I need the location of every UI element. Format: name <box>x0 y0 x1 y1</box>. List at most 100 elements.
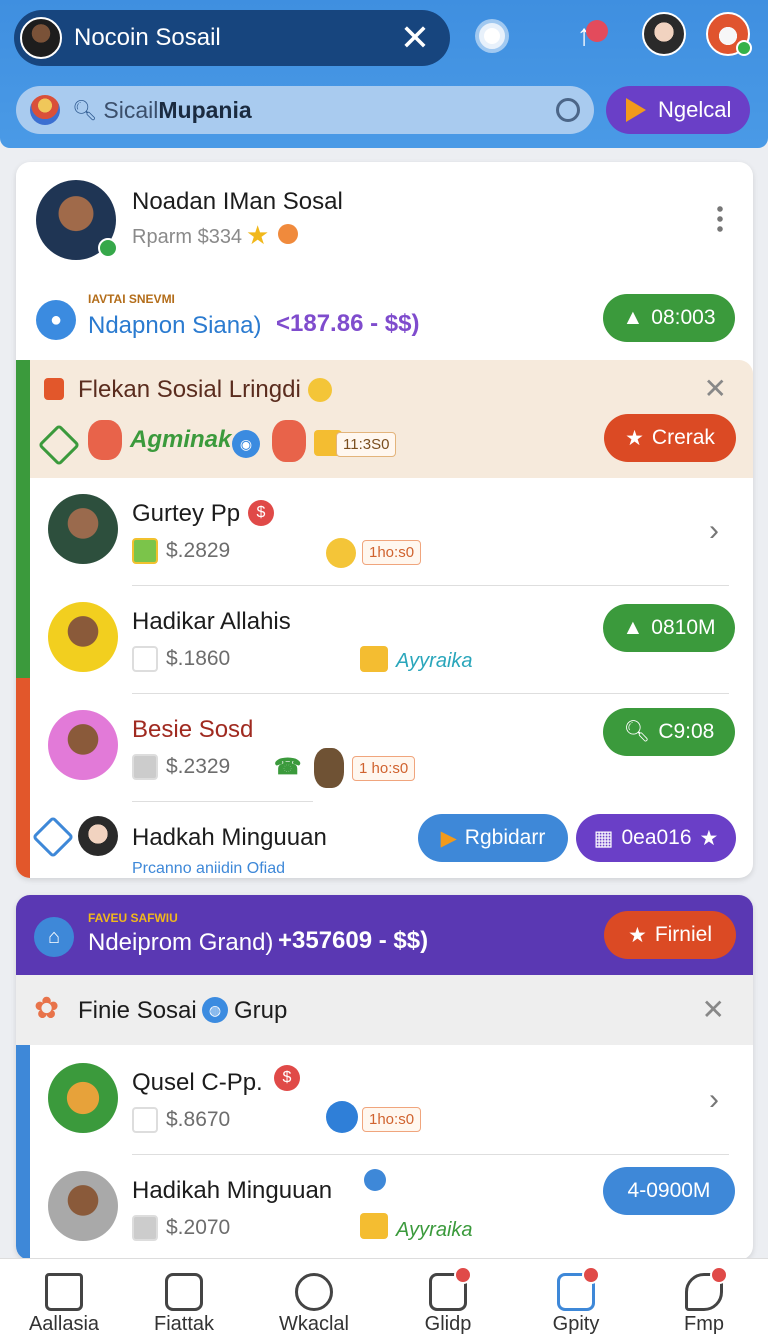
close-icon[interactable]: ✕ <box>400 20 430 56</box>
stat-amount: <187.86 - $$) <box>276 310 420 337</box>
row-pill[interactable]: 🔍︎ C9:08 <box>603 708 735 756</box>
row-name: Besie Sosd <box>132 716 254 743</box>
stat-pill[interactable]: ▲ 08:003 <box>603 294 735 342</box>
nav-item-leaf[interactable]: Fmp <box>640 1259 768 1344</box>
row-script: Ayyraika <box>396 650 473 672</box>
side-accent <box>16 678 30 878</box>
avatar <box>48 602 118 672</box>
side-accent <box>16 360 30 678</box>
diamond-icon <box>31 815 75 859</box>
medal-icon <box>326 538 356 568</box>
feed-card: Noadan IMan Sosal Rparm $334 ★ ● IAVTAI … <box>16 162 753 878</box>
create-button[interactable]: ★ Crerak <box>604 414 736 462</box>
diamond-icon <box>37 423 81 467</box>
featured-banner: ⌂ FAVEU SAFWIU Ndeiprom Grand) +357609 -… <box>16 895 753 975</box>
play-button-label: Ngelcal <box>658 97 732 122</box>
row-price: $.2070 <box>132 1215 230 1241</box>
pin-icon <box>364 1169 386 1191</box>
favorite-button[interactable]: ★ Firniel <box>604 911 736 959</box>
phone-icon: ☎ <box>274 754 302 779</box>
nav-item-camera[interactable]: Glidp <box>384 1259 512 1344</box>
home-icon: ⌂ <box>34 917 74 957</box>
nav-item-heart[interactable]: Wkaclal <box>250 1259 378 1344</box>
search-input[interactable]: 🔍︎ SicailMupania <box>16 86 594 134</box>
stat-caption: IAVTAI SNEVMI <box>88 292 175 306</box>
group-title: Finie Sosai <box>78 997 197 1024</box>
row-pill[interactable]: ▲ 0810M <box>603 604 735 652</box>
nav-item-home[interactable]: Aallasia <box>0 1259 128 1344</box>
featured-stats: ● IAVTAI SNEVMI Ndapnon Siana) <187.86 -… <box>16 280 753 360</box>
close-icon[interactable]: ✕ <box>702 993 725 1026</box>
mascot-icon <box>272 420 306 462</box>
side-accent <box>16 1045 30 1260</box>
search-query: SicailMupania <box>103 96 252 123</box>
row-tag: 1ho:s0 <box>362 540 422 565</box>
footer-sub[interactable]: Prcanno aniidin Ofiad <box>132 860 285 878</box>
row-price: $.2829 <box>132 538 230 564</box>
feed-card: ⌂ FAVEU SAFWIU Ndeiprom Grand) +357609 -… <box>16 895 753 1260</box>
avatar <box>36 180 118 260</box>
stat-link[interactable]: Ndapnon Siana) <box>88 312 261 340</box>
footer-name: Hadkah Minguuan <box>132 824 327 851</box>
flower-icon: ✿ <box>34 992 60 1025</box>
nav-item-calendar[interactable]: Gpity <box>512 1259 640 1344</box>
star-icon: ★ <box>246 220 270 250</box>
avatar[interactable] <box>706 12 752 56</box>
globe-icon <box>326 1101 358 1133</box>
stat-amount: +357609 - $$) <box>278 927 429 954</box>
avatar[interactable] <box>642 12 686 56</box>
row-pill[interactable]: 4-0900M <box>603 1167 735 1215</box>
mail-icon <box>360 646 388 672</box>
globe-icon: ◍ <box>202 997 228 1023</box>
featured-profile[interactable]: Noadan IMan Sosal Rparm $334 ★ <box>16 162 753 272</box>
profile-name: Noadan IMan Sosal <box>132 188 343 215</box>
stat-link[interactable]: Ndeiprom Grand) <box>88 929 273 957</box>
row-name: Gurtey Pp <box>132 500 241 527</box>
calendar-button[interactable]: ▦ 0ea016 ★ <box>576 814 736 862</box>
avatar <box>48 1063 118 1133</box>
home-icon <box>45 1273 83 1311</box>
top-header: Nocoin Sosail ✕ ↑ 🔍︎ SicailMupania Ngelc… <box>0 0 768 148</box>
search-icon: 🔍︎ <box>72 99 98 122</box>
play-icon <box>626 98 646 122</box>
play-button[interactable]: Ngelcal <box>606 86 750 134</box>
lens-icon[interactable] <box>556 98 580 122</box>
list-item[interactable]: Qusel C-Pp. $ $.8670 1ho:s0 › <box>30 1047 753 1155</box>
row-name: Qusel C-Pp. <box>132 1069 263 1096</box>
list-icon <box>165 1273 203 1311</box>
row-price: $.2329 <box>132 754 230 780</box>
chevron-right-icon[interactable]: › <box>709 1083 719 1117</box>
account-pill[interactable]: Nocoin Sosail ✕ <box>14 10 450 66</box>
chat-icon[interactable]: ◉ <box>232 430 260 458</box>
search-icon <box>308 378 332 402</box>
stat-caption: FAVEU SAFWIU <box>88 911 178 925</box>
sun-icon[interactable] <box>470 14 514 58</box>
account-avatar <box>20 17 62 59</box>
coin-icon: $ <box>248 500 274 526</box>
group-header: Flekan Sosial Lringdi ✕ Agminak ◉ 11:3S0… <box>16 360 753 478</box>
list-item[interactable]: Hadikah Minguuan $.2070 Ayyraika 4-0900M <box>30 1155 753 1260</box>
mascot-icon <box>314 748 344 788</box>
avatar <box>48 1171 118 1241</box>
info-icon: ● <box>36 300 76 340</box>
list-item[interactable]: Besie Sosd $.2329 ☎ 1 ho:s0 🔍︎ C9:08 <box>30 694 753 802</box>
row-tag: 1 ho:s0 <box>352 756 416 781</box>
upload-icon[interactable]: ↑ <box>562 14 608 58</box>
row-tag: 1ho:s0 <box>362 1107 422 1132</box>
calendar-icon <box>557 1266 600 1311</box>
list-item[interactable]: Hadikar Allahis $.1860 Ayyraika ▲ 0810M <box>30 586 753 694</box>
play-button[interactable]: ▶ Rgbidarr <box>418 814 568 862</box>
leaf-icon <box>685 1266 728 1311</box>
heart-icon <box>295 1273 333 1311</box>
row-name: Hadikah Minguuan <box>132 1177 333 1204</box>
list-item[interactable]: Gurtey Pp $ $.2829 1ho:s0 › <box>30 478 753 586</box>
close-icon[interactable]: ✕ <box>704 372 727 405</box>
chevron-right-icon[interactable]: › <box>709 514 719 548</box>
row-name: Hadikar Allahis <box>132 608 291 635</box>
coin-icon: $ <box>274 1065 300 1091</box>
group-title: Flekan Sosial Lringdi <box>78 376 301 403</box>
nav-item-list[interactable]: Fiattak <box>120 1259 248 1344</box>
profile-price: Rparm $334 <box>132 226 243 248</box>
more-icon[interactable] <box>717 204 723 232</box>
avatar <box>48 494 118 564</box>
